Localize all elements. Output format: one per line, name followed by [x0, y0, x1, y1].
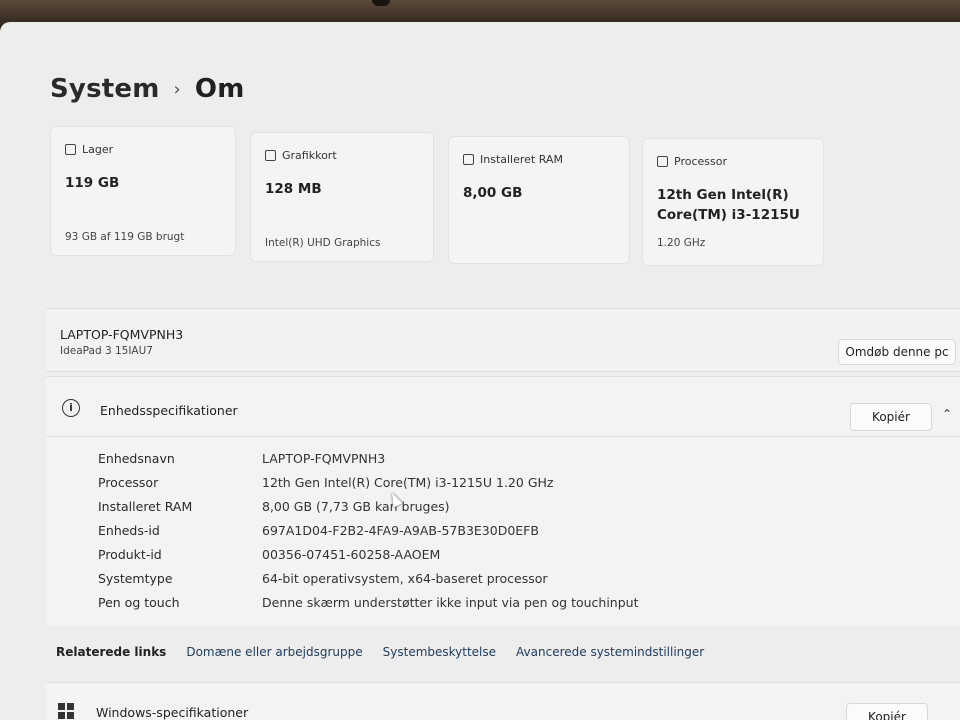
spec-row: Pen og touch Denne skærm understøtter ikk…: [98, 595, 698, 615]
spec-key: Pen og touch: [98, 595, 180, 610]
card-gpu-value: 128 MB: [265, 181, 322, 197]
related-links-label: Relaterede links: [56, 645, 167, 659]
camera-notch: [372, 0, 390, 6]
card-gpu[interactable]: Grafikkort 128 MB Intel(R) UHD Graphics: [250, 132, 434, 262]
card-processor[interactable]: Processor 12th Gen Intel(R) Core(TM) i3-…: [642, 138, 824, 266]
device-specs-section: i Enhedsspecifikationer Kopiér ⌃ Enhedsn…: [46, 376, 960, 626]
card-ram-value: 8,00 GB: [463, 185, 523, 201]
spec-key: Enhedsnavn: [98, 451, 175, 466]
card-ram-title: Installeret RAM: [480, 153, 563, 166]
card-storage-value: 119 GB: [65, 175, 120, 191]
spec-value: 64-bit operativsystem, x64-baseret proce…: [262, 571, 548, 586]
link-domain-workgroup[interactable]: Domæne eller arbejdsgruppe: [186, 645, 362, 659]
copy-windows-specs-button[interactable]: Kopiér: [846, 703, 928, 720]
spec-row: Enheds-id 697A1D04-F2B2-4FA9-A9AB-57B3E30…: [98, 523, 698, 543]
spec-row: Systemtype 64-bit operativsystem, x64-bas…: [98, 571, 698, 591]
spec-value: 00356-07451-60258-AAOEM: [262, 547, 441, 562]
link-advanced-settings[interactable]: Avancerede systemindstillinger: [516, 645, 704, 659]
ram-icon: [463, 154, 474, 165]
spec-key: Systemtype: [98, 571, 173, 586]
card-processor-title: Processor: [674, 155, 727, 168]
related-links: Relaterede links Domæne eller arbejdsgru…: [46, 630, 960, 674]
card-processor-sub: 1.20 GHz: [657, 237, 706, 249]
spec-row: Processor 12th Gen Intel(R) Core(TM) i3-1…: [98, 475, 698, 495]
windows-specs-section[interactable]: Windows-specifikationer Kopiér: [46, 682, 960, 720]
spec-value: 12th Gen Intel(R) Core(TM) i3-1215U 1.20…: [262, 475, 554, 490]
storage-icon: [65, 144, 76, 155]
spec-value: 697A1D04-F2B2-4FA9-A9AB-57B3E30D0EFB: [262, 523, 539, 538]
link-system-protection[interactable]: Systembeskyttelse: [383, 645, 496, 659]
page-title: Om: [194, 74, 245, 104]
spec-key: Enheds-id: [98, 523, 160, 538]
chevron-up-icon[interactable]: ⌃: [942, 407, 952, 421]
card-storage[interactable]: Lager 119 GB 93 GB af 119 GB brugt: [50, 126, 236, 256]
gpu-icon: [265, 150, 276, 161]
card-processor-value: 12th Gen Intel(R) Core(TM) i3-1215U: [657, 187, 800, 223]
windows-specs-title: Windows-specifikationer: [96, 705, 249, 720]
breadcrumb-system[interactable]: System: [50, 74, 160, 104]
card-gpu-sub: Intel(R) UHD Graphics: [265, 237, 381, 249]
spec-row: Produkt-id 00356-07451-60258-AAOEM: [98, 547, 698, 567]
device-specs-header[interactable]: i Enhedsspecifikationer Kopiér ⌃: [46, 377, 960, 437]
card-storage-sub: 93 GB af 119 GB brugt: [65, 231, 185, 243]
card-ram[interactable]: Installeret RAM 8,00 GB: [448, 136, 630, 264]
spec-key: Produkt-id: [98, 547, 162, 562]
settings-window: System › Om Lager 119 GB 93 GB af 119 GB…: [0, 22, 960, 720]
copy-specs-button[interactable]: Kopiér: [850, 403, 932, 431]
windows-logo-icon: [58, 703, 74, 719]
card-gpu-title: Grafikkort: [282, 149, 337, 162]
cpu-icon: [657, 156, 668, 167]
card-storage-title: Lager: [82, 143, 114, 156]
chevron-right-icon: ›: [173, 78, 181, 100]
device-name: LAPTOP-FQMVPNH3: [60, 327, 184, 342]
info-icon: i: [62, 399, 80, 417]
spec-key: Installeret RAM: [98, 499, 193, 514]
device-name-row: LAPTOP-FQMVPNH3 IdeaPad 3 15IAU7 Omdøb d…: [46, 308, 960, 372]
spec-value: LAPTOP-FQMVPNH3: [262, 451, 386, 466]
spec-key: Processor: [98, 475, 159, 490]
spec-row: Enhedsnavn LAPTOP-FQMVPNH3: [98, 451, 698, 471]
device-model: IdeaPad 3 15IAU7: [60, 345, 153, 357]
rename-pc-button[interactable]: Omdøb denne pc: [838, 339, 956, 365]
spec-value: 8,00 GB (7,73 GB kan bruges): [262, 499, 450, 514]
spec-value: Denne skærm understøtter ikke input via …: [262, 595, 639, 610]
breadcrumb: System › Om: [50, 74, 245, 104]
device-specs-title: Enhedsspecifikationer: [100, 403, 238, 418]
